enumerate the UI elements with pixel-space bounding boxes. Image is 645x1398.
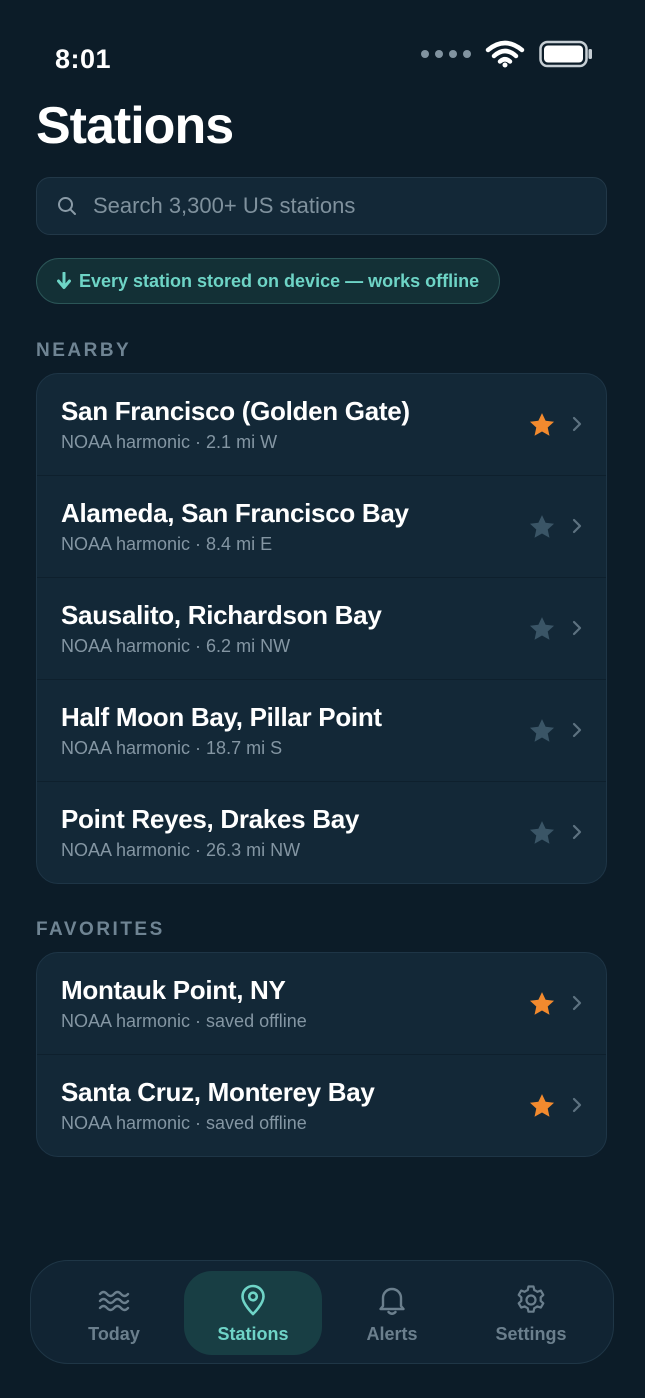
station-row[interactable]: Point Reyes, Drakes Bay NOAA harmonic · …: [37, 782, 606, 883]
section-label-nearby: NEARBY: [36, 340, 132, 361]
station-detail: NOAA harmonic · 2.1 mi W: [61, 432, 278, 452]
chevron-right-icon: [572, 620, 582, 636]
star-filled-icon[interactable]: [528, 990, 556, 1018]
favorites-list: Montauk Point, NY NOAA harmonic · saved …: [36, 952, 607, 1157]
chevron-right-icon: [572, 416, 582, 432]
status-time: 8:01: [55, 44, 112, 74]
station-name: Montauk Point, NY: [61, 975, 286, 1005]
station-detail: NOAA harmonic · saved offline: [61, 1011, 307, 1031]
chevron-right-icon: [572, 824, 582, 840]
star-outline-icon[interactable]: [528, 717, 556, 745]
station-detail: NOAA harmonic · 18.7 mi S: [61, 738, 283, 758]
search-input[interactable]: [91, 192, 575, 220]
wifi-icon: [485, 40, 525, 68]
chevron-right-icon: [572, 518, 582, 534]
star-filled-icon[interactable]: [528, 411, 556, 439]
signal-icon: [421, 50, 471, 58]
tab-label: Alerts: [366, 1324, 418, 1344]
chevron-right-icon: [572, 1097, 582, 1113]
bell-icon: [379, 1287, 405, 1315]
offline-banner: Every station stored on device — works o…: [36, 258, 501, 304]
station-row[interactable]: Montauk Point, NY NOAA harmonic · saved …: [37, 953, 606, 1055]
station-row[interactable]: Half Moon Bay, Pillar Point NOAA harmoni…: [37, 680, 606, 782]
station-name: Sausalito, Richardson Bay: [61, 600, 382, 630]
map-pin-icon: [241, 1284, 265, 1316]
tab-settings[interactable]: Settings: [462, 1271, 600, 1355]
tab-alerts[interactable]: Alerts: [323, 1271, 461, 1355]
tab-bar: Today Stations Alerts Settings: [30, 1260, 614, 1364]
station-name: San Francisco (Golden Gate): [61, 396, 410, 426]
station-detail: NOAA harmonic · 6.2 mi NW: [61, 636, 291, 656]
status-icons: [421, 40, 593, 68]
star-filled-icon[interactable]: [528, 1092, 556, 1120]
star-outline-icon[interactable]: [528, 819, 556, 847]
tab-label: Today: [88, 1324, 140, 1344]
station-row[interactable]: Alameda, San Francisco Bay NOAA harmonic…: [37, 476, 606, 578]
station-detail: NOAA harmonic · 26.3 mi NW: [61, 840, 301, 860]
station-name: Santa Cruz, Monterey Bay: [61, 1077, 375, 1107]
tab-label: Stations: [217, 1324, 289, 1344]
station-row[interactable]: Santa Cruz, Monterey Bay NOAA harmonic ·…: [37, 1055, 606, 1156]
tab-label: Settings: [495, 1324, 567, 1344]
tab-stations[interactable]: Stations: [184, 1271, 322, 1355]
station-name: Point Reyes, Drakes Bay: [61, 804, 360, 834]
station-row[interactable]: San Francisco (Golden Gate) NOAA harmoni…: [37, 374, 606, 476]
download-arrow-icon: [57, 272, 71, 289]
waves-icon: [98, 1290, 130, 1312]
tab-today[interactable]: Today: [45, 1271, 183, 1355]
search-bar[interactable]: [36, 177, 607, 235]
gear-icon: [517, 1285, 545, 1313]
star-outline-icon[interactable]: [528, 513, 556, 541]
nearby-list: San Francisco (Golden Gate) NOAA harmoni…: [36, 373, 607, 884]
chevron-right-icon: [572, 722, 582, 738]
station-detail: NOAA harmonic · saved offline: [61, 1113, 307, 1133]
offline-banner-text: Every station stored on device — works o…: [79, 270, 480, 291]
chevron-right-icon: [572, 995, 582, 1011]
station-detail: NOAA harmonic · 8.4 mi E: [61, 534, 273, 554]
battery-icon: [539, 40, 592, 68]
page-title: Stations: [36, 97, 234, 155]
search-icon: [58, 197, 76, 215]
section-label-favorites: FAVORITES: [36, 919, 165, 940]
station-name: Alameda, San Francisco Bay: [61, 498, 409, 528]
station-row[interactable]: Sausalito, Richardson Bay NOAA harmonic …: [37, 578, 606, 680]
station-name: Half Moon Bay, Pillar Point: [61, 702, 382, 732]
star-outline-icon[interactable]: [528, 615, 556, 643]
